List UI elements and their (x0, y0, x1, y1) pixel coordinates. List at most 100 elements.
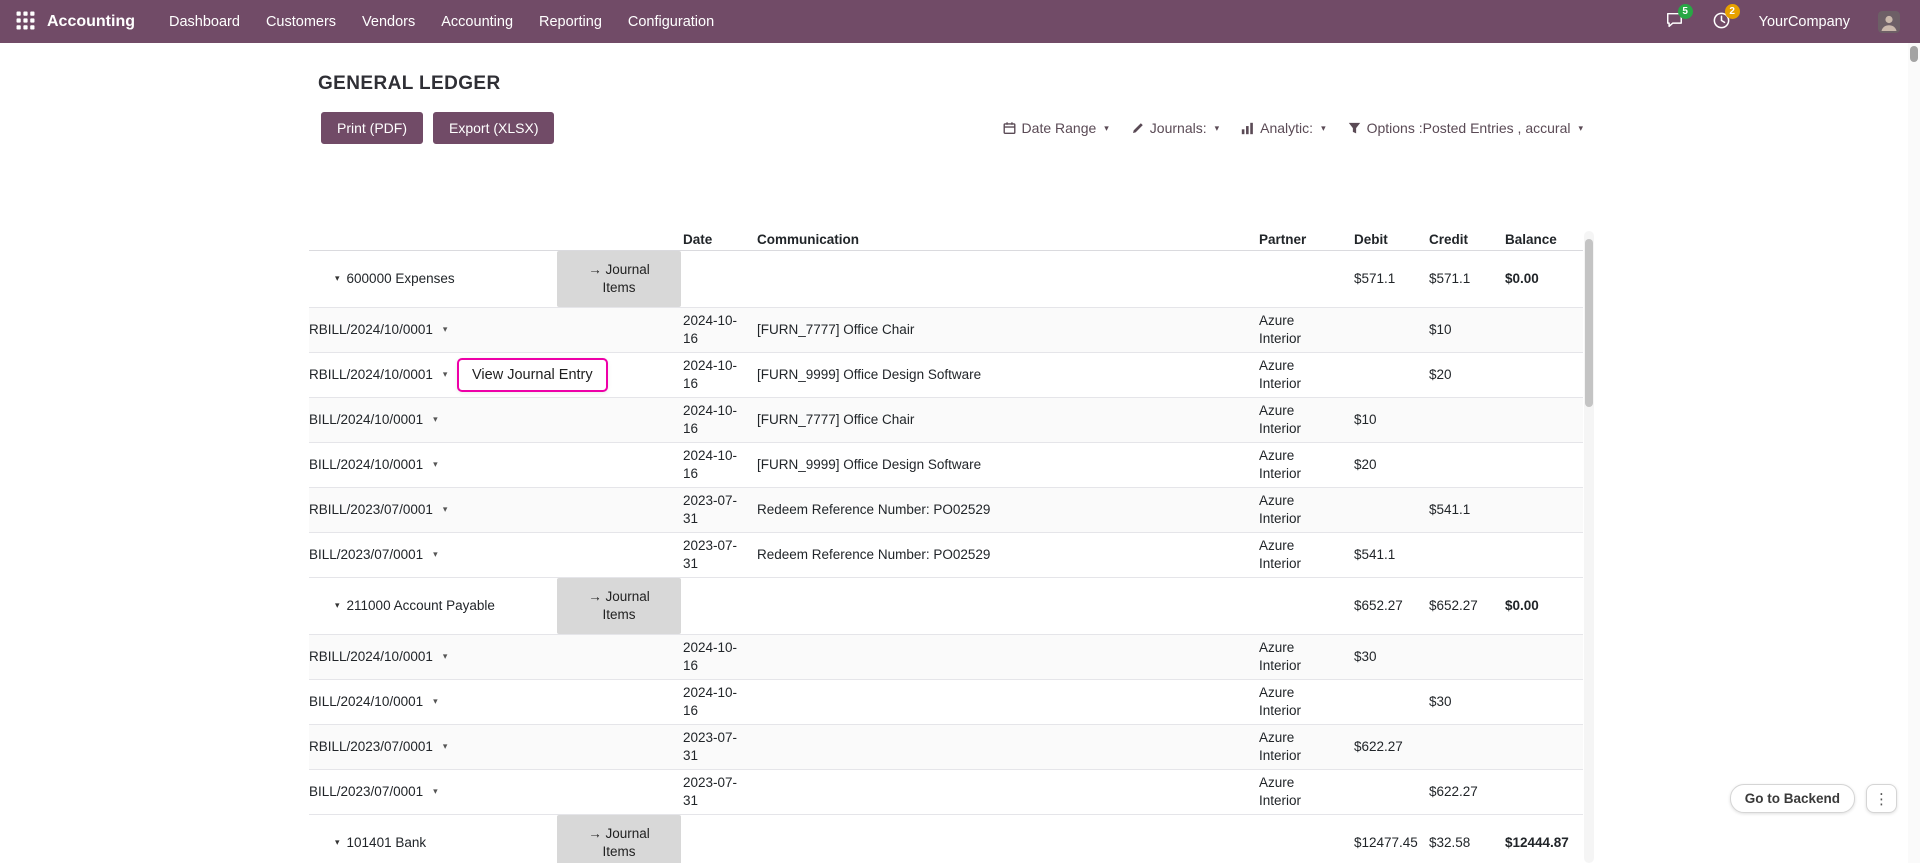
entry-dropdown-caret-icon[interactable]: ▾ (433, 414, 438, 426)
journal-entry-row: RBILL/2023/07/0001 ▾ 2023-07-31 Azure In… (309, 725, 1583, 770)
page-scrollbar-thumb[interactable] (1910, 46, 1918, 62)
entry-name[interactable]: RBILL/2023/07/0001 (309, 738, 433, 756)
entry-date: 2023-07-31 (683, 729, 755, 764)
navbar-left: Accounting Dashboard Customers Vendors Acco… (0, 0, 714, 43)
menu-item-configuration[interactable]: Configuration (628, 14, 714, 30)
print-pdf-button[interactable]: Print (PDF) (321, 112, 423, 144)
debit-amount: $10 (1354, 411, 1429, 429)
journal-entry-row: BILL/2024/10/0001 ▾ 2024-10-16 [FURN_777… (309, 398, 1583, 443)
credit-amount: $10 (1429, 321, 1505, 339)
arrow-right-icon: → (588, 589, 602, 604)
entry-communication: [FURN_9999] Office Design Software (757, 456, 1259, 474)
date-range-filter[interactable]: Date Range ▾ (1003, 120, 1109, 136)
debit-amount: $541.1 (1354, 546, 1429, 564)
options-filter[interactable]: Options :Posted Entries , accural ▾ (1348, 120, 1583, 136)
entry-dropdown-caret-icon[interactable]: ▾ (443, 324, 448, 336)
entry-date: 2024-10-16 (683, 402, 755, 437)
entry-partner: Azure Interior (1259, 402, 1337, 437)
collapse-caret-icon[interactable]: ▾ (335, 273, 340, 285)
menu-item-customers[interactable]: Customers (266, 14, 336, 30)
entry-dropdown-caret-icon[interactable]: ▾ (433, 696, 438, 708)
entry-name[interactable]: BILL/2024/10/0001 (309, 456, 423, 474)
credit-amount: $32.58 (1429, 834, 1505, 852)
entry-date: 2024-10-16 (683, 447, 755, 482)
main-menu: Dashboard Customers Vendors Accounting Repor… (169, 14, 714, 30)
go-to-backend-button[interactable]: Go to Backend (1730, 784, 1855, 813)
options-filter-label: Options :Posted Entries , accural (1367, 120, 1571, 136)
menu-item-reporting[interactable]: Reporting (539, 14, 602, 30)
entry-dropdown-caret-icon[interactable]: ▾ (443, 504, 448, 516)
journal-items-button[interactable]: → Journal Items (557, 578, 681, 634)
activities-menu-button[interactable]: 2 (1712, 11, 1731, 33)
account-row[interactable]: ▾ 211000 Account Payable → Journal Items… (309, 578, 1583, 635)
collapse-caret-icon[interactable]: ▾ (335, 837, 340, 849)
messages-menu-button[interactable]: 5 (1665, 11, 1684, 32)
column-header-communication: Communication (757, 231, 1259, 249)
collapse-caret-icon[interactable]: ▾ (335, 600, 340, 612)
entry-name[interactable]: RBILL/2024/10/0001 (309, 366, 433, 384)
credit-amount: $652.27 (1429, 597, 1505, 615)
navbar-right: 5 2 YourCompany (1665, 11, 1900, 33)
apps-menu-button[interactable] (0, 0, 47, 43)
entry-name[interactable]: RBILL/2023/07/0001 (309, 501, 433, 519)
menu-item-vendors[interactable]: Vendors (362, 14, 415, 30)
account-row[interactable]: ▾ 101401 Bank → Journal Items $12477.45 … (309, 815, 1583, 863)
table-scrollbar-thumb[interactable] (1585, 239, 1593, 407)
journal-entry-row: BILL/2023/07/0001 ▾ 2023-07-31 Redeem Re… (309, 533, 1583, 578)
app-name[interactable]: Accounting (47, 13, 135, 31)
entry-dropdown-caret-icon[interactable]: ▾ (443, 651, 448, 663)
debit-amount: $652.27 (1354, 597, 1429, 615)
view-journal-entry-button[interactable]: View Journal Entry (457, 358, 608, 392)
entry-name[interactable]: RBILL/2024/10/0001 (309, 321, 433, 339)
debit-amount: $571.1 (1354, 270, 1429, 288)
entry-partner: Azure Interior (1259, 684, 1337, 719)
entry-name[interactable]: RBILL/2024/10/0001 (309, 648, 433, 666)
entry-name[interactable]: BILL/2023/07/0001 (309, 546, 423, 564)
analytic-filter[interactable]: Analytic: ▾ (1241, 120, 1325, 136)
journal-entry-row: BILL/2024/10/0001 ▾ 2024-10-16 [FURN_999… (309, 443, 1583, 488)
general-ledger-table: Date Communication Partner Debit Credit … (309, 229, 1583, 863)
menu-item-accounting[interactable]: Accounting (441, 14, 513, 30)
entry-dropdown-caret-icon[interactable]: ▾ (443, 369, 448, 381)
journal-items-label: Journal Items (602, 262, 649, 295)
entry-date: 2023-07-31 (683, 774, 755, 809)
entry-dropdown-caret-icon[interactable]: ▾ (433, 786, 438, 798)
entry-dropdown-caret-icon[interactable]: ▾ (433, 549, 438, 561)
entry-name[interactable]: BILL/2024/10/0001 (309, 693, 423, 711)
entry-name[interactable]: BILL/2023/07/0001 (309, 783, 423, 801)
account-name: 600000 Expenses (347, 270, 455, 288)
analytic-filter-label: Analytic: (1260, 120, 1313, 136)
journals-filter[interactable]: Journals: ▾ (1131, 120, 1219, 136)
journal-items-button[interactable]: → Journal Items (557, 251, 681, 307)
journal-items-button[interactable]: → Journal Items (557, 815, 681, 863)
calendar-icon (1003, 121, 1016, 135)
entry-dropdown-caret-icon[interactable]: ▾ (433, 459, 438, 471)
menu-item-dashboard[interactable]: Dashboard (169, 14, 240, 30)
account-name: 211000 Account Payable (347, 597, 495, 615)
credit-amount: $541.1 (1429, 501, 1505, 519)
account-row[interactable]: ▾ 600000 Expenses → Journal Items $571.1… (309, 251, 1583, 308)
more-options-button[interactable]: ⋮ (1866, 784, 1897, 813)
export-xlsx-button[interactable]: Export (XLSX) (433, 112, 554, 144)
entry-communication: [FURN_7777] Office Chair (757, 321, 1259, 339)
journal-items-label: Journal Items (602, 589, 649, 622)
credit-amount: $571.1 (1429, 270, 1505, 288)
credit-amount: $30 (1429, 693, 1505, 711)
entry-date: 2023-07-31 (683, 537, 755, 572)
entry-communication: [FURN_9999] Office Design Software (757, 366, 1259, 384)
entry-dropdown-caret-icon[interactable]: ▾ (443, 741, 448, 753)
page-scrollbar[interactable] (1908, 43, 1920, 863)
page-title: GENERAL LEDGER (318, 73, 1583, 95)
user-avatar[interactable] (1878, 11, 1900, 33)
date-range-filter-label: Date Range (1022, 120, 1097, 136)
arrow-right-icon: → (588, 826, 602, 841)
table-scrollbar[interactable] (1584, 231, 1594, 863)
entry-name[interactable]: BILL/2024/10/0001 (309, 411, 423, 429)
journal-entry-row: RBILL/2024/10/0001 ▾ 2024-10-16 Azure In… (309, 635, 1583, 680)
arrow-right-icon: → (588, 262, 602, 277)
balance-amount: $0.00 (1505, 597, 1583, 615)
journal-entry-row: BILL/2024/10/0001 ▾ 2024-10-16 Azure Int… (309, 680, 1583, 725)
column-header-debit: Debit (1354, 231, 1429, 249)
company-name[interactable]: YourCompany (1759, 14, 1850, 30)
entry-partner: Azure Interior (1259, 312, 1337, 347)
